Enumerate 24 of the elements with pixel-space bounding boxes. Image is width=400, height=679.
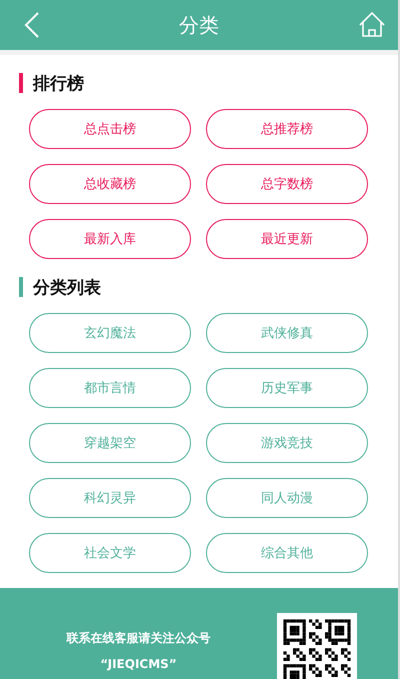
category-button[interactable]: 总推荐榜 xyxy=(206,109,368,149)
category-button[interactable]: 都市言情 xyxy=(29,368,191,408)
category-button[interactable]: 总收藏榜 xyxy=(29,164,191,204)
category-button[interactable]: 社会文学 xyxy=(29,533,191,573)
category-button[interactable]: 武侠修真 xyxy=(206,313,368,353)
category-button[interactable]: 最近更新 xyxy=(206,219,368,259)
home-icon[interactable] xyxy=(358,12,386,38)
footer-text: 联系在线客服请关注公众号 xyxy=(66,630,210,647)
category-button[interactable]: 玄幻魔法 xyxy=(29,313,191,353)
category-button[interactable]: 同人动漫 xyxy=(206,478,368,518)
category-button[interactable]: 最新入库 xyxy=(29,219,191,259)
category-button[interactable]: 综合其他 xyxy=(206,533,368,573)
page-title: 分类 xyxy=(179,12,219,38)
section-title: 排行榜 xyxy=(33,72,84,94)
category-button[interactable]: 穿越架空 xyxy=(29,423,191,463)
category-button[interactable]: 总字数榜 xyxy=(206,164,368,204)
footer-text: “JIEQICMS” xyxy=(100,657,177,671)
section-title: 分类列表 xyxy=(33,276,101,298)
category-button[interactable]: 科幻灵异 xyxy=(29,478,191,518)
back-icon[interactable] xyxy=(24,12,40,38)
category-button[interactable]: 总点击榜 xyxy=(29,109,191,149)
category-button[interactable]: 历史军事 xyxy=(206,368,368,408)
qr-code-icon xyxy=(277,613,357,679)
category-button[interactable]: 游戏竞技 xyxy=(206,423,368,463)
